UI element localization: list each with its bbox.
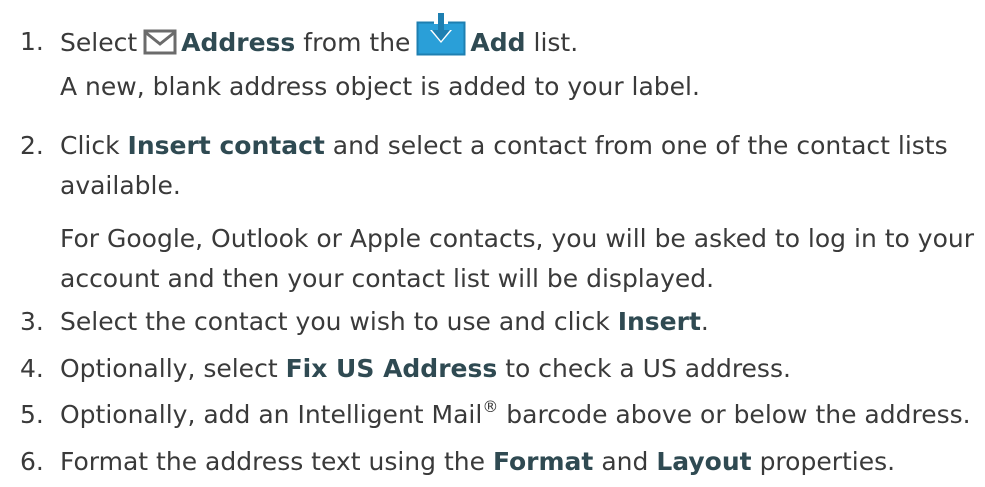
ui-term-insert: Insert xyxy=(617,307,701,336)
step-text: and xyxy=(601,447,649,476)
step-paragraph-line: For Google, Outlook or Apple contacts, y… xyxy=(60,224,974,253)
envelope-icon xyxy=(143,27,177,55)
step-text: from the xyxy=(303,28,411,57)
ui-term-insert-contact: Insert contact xyxy=(127,131,325,160)
step-number: 5. xyxy=(20,400,44,429)
instruction-list: 1. Select Address from the Add list. A new… xyxy=(0,0,985,487)
step-body: Click Insert contact and select a contac… xyxy=(60,126,985,299)
step-text: Optionally, select xyxy=(60,354,278,383)
ui-term-fix-us-address: Fix US Address xyxy=(285,354,498,383)
step-line: Optionally, select Fix US Address to che… xyxy=(60,349,985,389)
ui-term-address: Address xyxy=(181,28,296,57)
step-text: Select the contact you wish to use and c… xyxy=(60,307,610,336)
ui-term-add: Add xyxy=(470,28,526,57)
step-text: barcode above or below the address. xyxy=(506,400,971,429)
step-number: 2. xyxy=(20,131,44,160)
step-text: Select xyxy=(60,28,138,57)
step-text: . xyxy=(700,307,709,336)
add-download-icon xyxy=(416,12,466,56)
step-line: Select the contact you wish to use and c… xyxy=(60,302,985,342)
step-text: Click xyxy=(60,131,120,160)
step-number: 6. xyxy=(20,447,44,476)
step-line: available. xyxy=(60,171,181,200)
step-line: Click Insert contact and select a contac… xyxy=(60,126,985,166)
step-body: Select the contact you wish to use and c… xyxy=(60,302,985,342)
step-line: Select Address from the Add list. xyxy=(60,12,985,62)
step-line: Optionally, add an Intelligent Mail® bar… xyxy=(60,395,985,435)
step-number: 4. xyxy=(20,354,44,383)
step-text: Format the address text using the xyxy=(60,447,485,476)
step-text: list. xyxy=(533,28,579,57)
step-body: Select Address from the Add list. A new, b… xyxy=(60,12,985,107)
registered-mark: ® xyxy=(482,396,499,416)
step-line: Format the address text using the Format… xyxy=(60,442,985,482)
step-body: Format the address text using the Format… xyxy=(60,442,985,482)
step-body: Optionally, add an Intelligent Mail® bar… xyxy=(60,395,985,435)
step-text: and select a contact from one of the con… xyxy=(332,131,948,160)
ui-term-layout: Layout xyxy=(656,447,752,476)
step-number: 1. xyxy=(20,27,44,56)
step-number: 3. xyxy=(20,307,44,336)
step-paragraph-line: account and then your contact list will … xyxy=(60,264,715,293)
step-body: Optionally, select Fix US Address to che… xyxy=(60,349,985,389)
step-subtext: A new, blank address object is added to … xyxy=(60,72,700,101)
step-text: to check a US address. xyxy=(505,354,791,383)
ui-term-format: Format xyxy=(492,447,594,476)
step-text: Optionally, add an Intelligent Mail xyxy=(60,400,483,429)
step-text: properties. xyxy=(759,447,896,476)
